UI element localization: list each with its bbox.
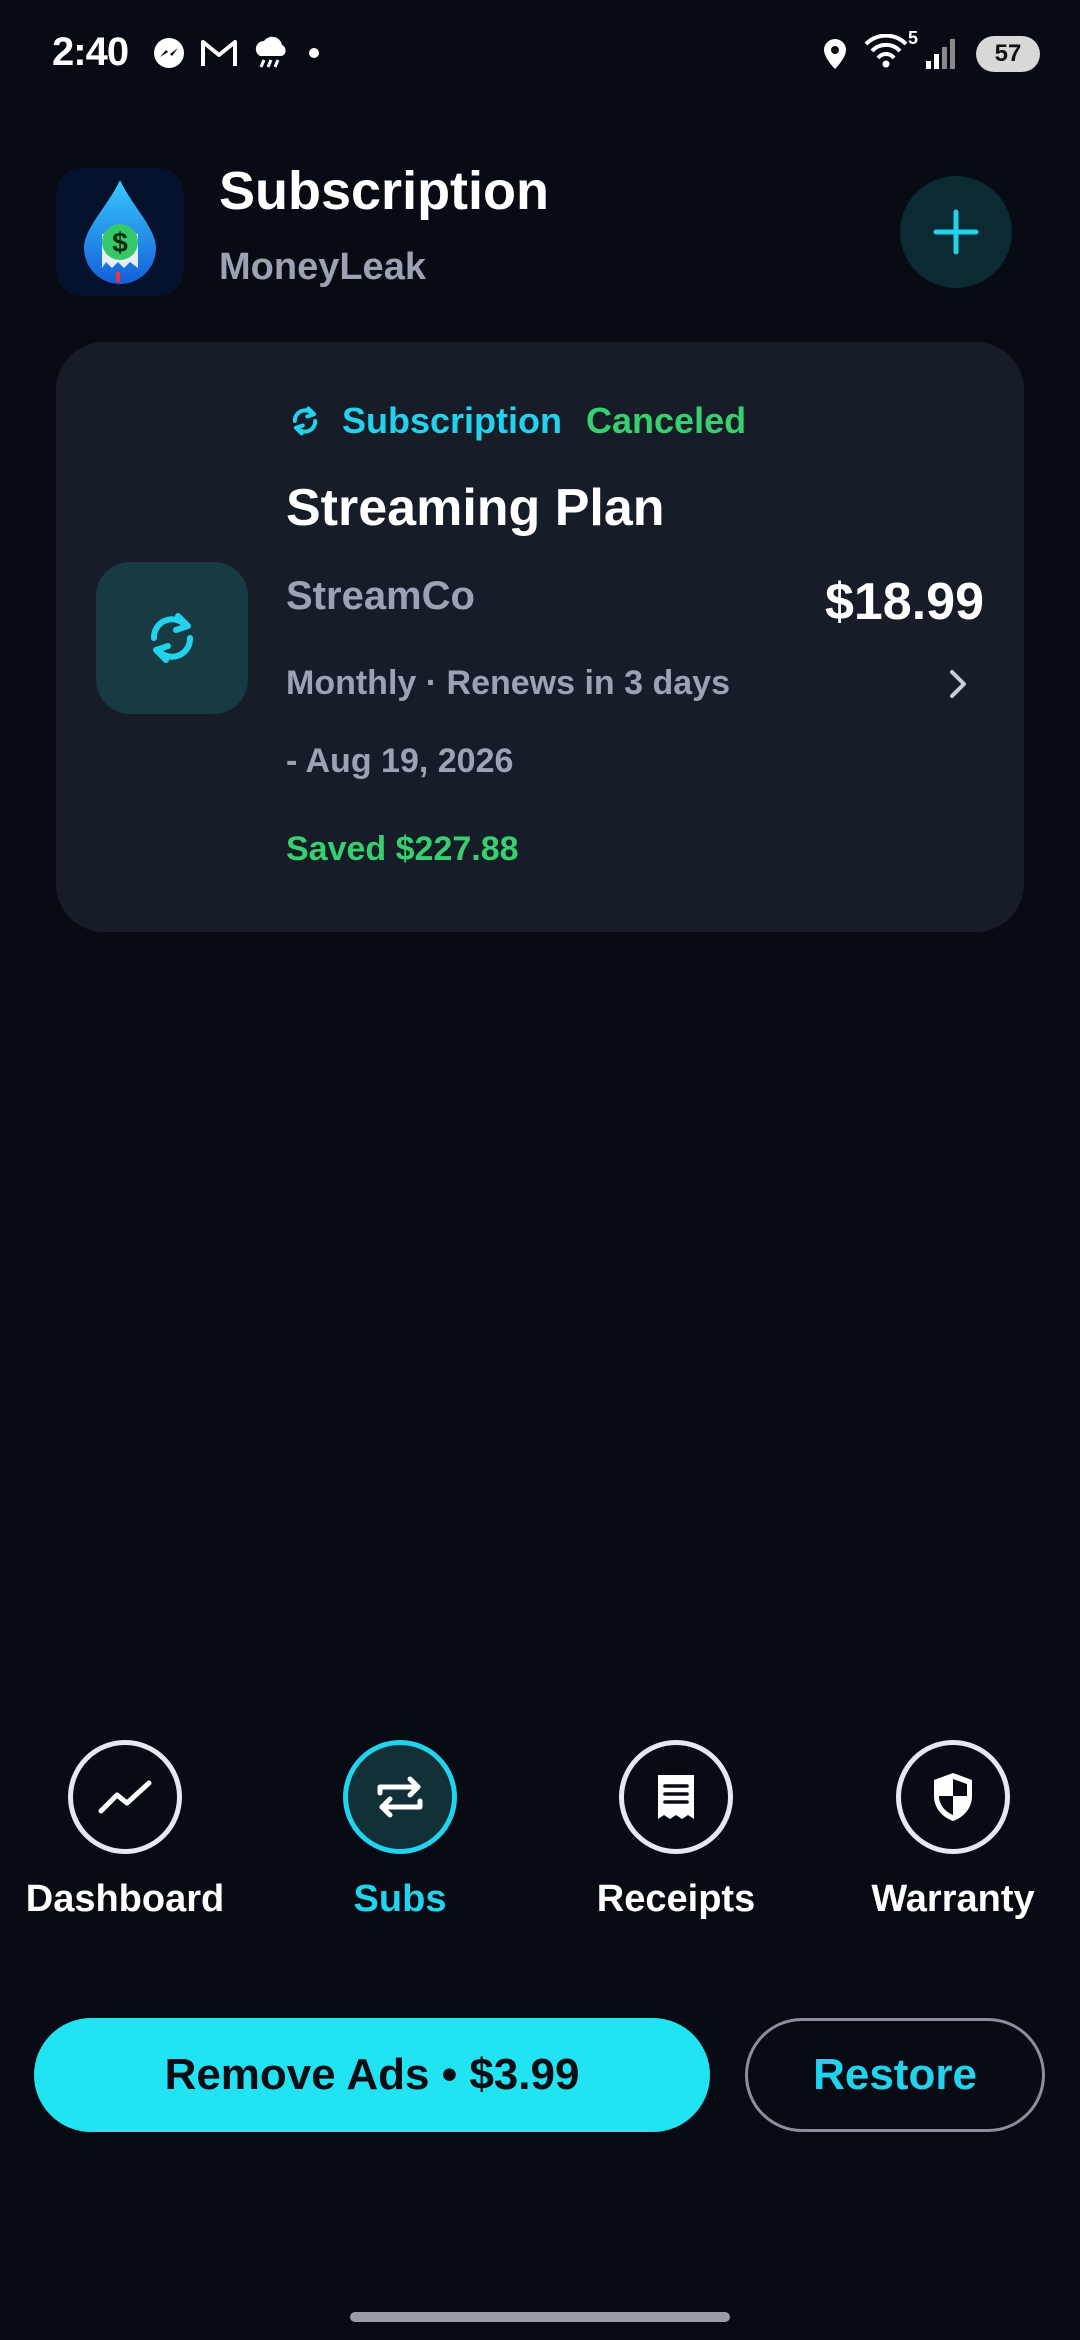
system-icons: 5 57: [822, 28, 1040, 73]
nav-dashboard-circle: [68, 1740, 182, 1854]
add-subscription-button[interactable]: [900, 176, 1012, 288]
subscription-company: StreamCo: [286, 574, 475, 618]
plus-icon: [933, 209, 979, 255]
dot-icon: [309, 48, 319, 58]
svg-text:$: $: [112, 227, 128, 258]
nav-dashboard-label: Dashboard: [25, 1878, 225, 1920]
nav-receipts-circle: [619, 1740, 733, 1854]
page-title: Subscription: [219, 161, 550, 221]
nav-receipts-label: Receipts: [596, 1878, 756, 1920]
wifi-icon: [864, 33, 908, 68]
home-indicator[interactable]: [350, 2312, 730, 2322]
subscription-schedule: Monthly · Renews in 3 days: [286, 664, 730, 702]
status-time: 2:40: [52, 30, 129, 74]
subscription-tags: Subscription Canceled: [288, 400, 746, 442]
subscription-icon-tile: [96, 562, 248, 714]
nav-dashboard[interactable]: Dashboard: [5, 1740, 245, 1921]
nav-subs-circle: [343, 1740, 457, 1854]
subscription-saved-amount: Saved $227.88: [286, 830, 519, 868]
subscription-name: Streaming Plan: [286, 479, 665, 537]
screen: 2:40 5 57 $ Subscription MoneyLeak Subsc…: [0, 0, 1080, 2340]
restore-purchases-button[interactable]: Restore: [745, 2018, 1045, 2132]
notification-icons: [152, 36, 324, 70]
subscription-end-date: - Aug 19, 2026: [286, 742, 514, 780]
subscription-card[interactable]: Subscription Canceled Streaming Plan Str…: [56, 342, 1024, 932]
money-drop-icon: $: [84, 180, 156, 284]
weather-icon: [255, 36, 286, 68]
subscription-price: $18.99: [824, 573, 984, 631]
trend-icon: [98, 1780, 152, 1814]
nav-warranty-circle: [896, 1740, 1010, 1854]
wifi-badge: 5: [907, 28, 918, 48]
remove-ads-button[interactable]: Remove Ads • $3.99: [34, 2018, 710, 2132]
gmail-icon: [201, 40, 237, 66]
nav-subs[interactable]: Subs: [280, 1740, 520, 1921]
nav-warranty[interactable]: Warranty: [833, 1740, 1073, 1921]
chevron-right-icon[interactable]: [944, 668, 972, 705]
nav-receipts[interactable]: Receipts: [556, 1740, 796, 1921]
status-badge: Canceled: [586, 400, 747, 441]
nav-subs-label: Subs: [353, 1878, 447, 1920]
location-icon: [824, 38, 846, 69]
battery-indicator: 57: [976, 35, 1040, 72]
repeat-icon: [377, 1776, 423, 1818]
messenger-icon: [154, 38, 184, 68]
app-name: MoneyLeak: [219, 246, 426, 288]
receipt-icon: [658, 1775, 694, 1819]
signal-icon: [926, 38, 955, 69]
shield-icon: [934, 1773, 972, 1821]
wifi-indicator: 5: [864, 28, 918, 73]
status-bar: 2:40 5 57: [0, 0, 1080, 110]
refresh-small-icon: [292, 406, 318, 436]
subscription-type-label: Subscription: [342, 400, 563, 441]
nav-warranty-label: Warranty: [871, 1878, 1035, 1920]
refresh-icon: [151, 613, 193, 663]
app-logo: $: [56, 168, 184, 296]
